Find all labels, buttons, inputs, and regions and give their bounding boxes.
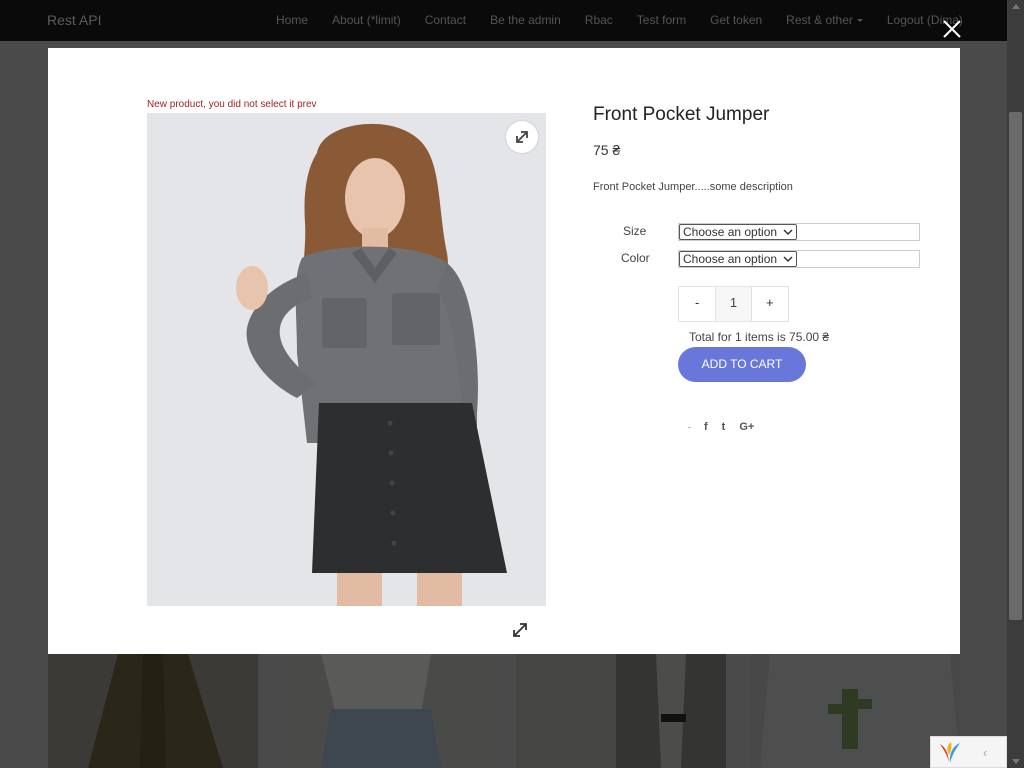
nav-be-admin[interactable]: Be the admin [478,0,573,41]
image-zoom-button[interactable] [506,121,538,153]
nav-test-form[interactable]: Test form [625,0,698,41]
close-icon [943,20,961,38]
nav-items: Home About (*limit) Contact Be the admin… [264,0,975,41]
color-select[interactable]: Choose an option [679,251,797,267]
separator [688,426,691,428]
chevron-down-icon [783,229,793,236]
quick-view-modal: New product, you did not select it prev [48,48,960,654]
page-scrollbar[interactable] [1007,0,1024,768]
product-price: 75 ₴ [593,142,621,158]
scroll-up-icon[interactable] [1012,4,1020,9]
product-image-cactus-tee [760,654,960,768]
yii-logo-icon [940,742,960,763]
chevron-down-icon [783,256,793,263]
product-description: Front Pocket Jumper.....some description [593,181,793,193]
twitter-icon[interactable]: t [722,421,726,433]
color-field: Choose an option [678,250,920,268]
product-image-blazer [616,654,726,768]
size-select-value: Choose an option [683,225,778,239]
nav-home[interactable]: Home [264,0,320,41]
caret-down-icon [856,19,863,23]
nav-get-token[interactable]: Get token [698,0,774,41]
cart-total-text: Total for 1 items is 75.00 ₴ [689,330,830,344]
nav-rest-other-label: Rest & other [786,13,853,27]
close-modal-button[interactable] [939,16,965,42]
expand-icon [513,623,527,637]
google-plus-icon[interactable]: G+ [739,421,754,433]
navbar: Rest API Home About (*limit) Contact Be … [0,0,1007,41]
color-label: Color [621,251,650,265]
fullscreen-button[interactable] [511,621,529,639]
nav-rest-other[interactable]: Rest & other [774,0,875,41]
size-select[interactable]: Choose an option [679,224,797,240]
quantity-increase-button[interactable]: + [752,287,788,321]
color-select-value: Choose an option [683,252,778,266]
product-title: Front Pocket Jumper [593,104,770,125]
yii-debug-toolbar[interactable]: ‹ [930,736,1007,768]
toolbar-collapse-icon[interactable]: ‹ [983,745,987,760]
nav-contact[interactable]: Contact [413,0,478,41]
product-image-coat [88,654,223,768]
product-tile-jeans[interactable] [281,654,491,768]
add-to-cart-button[interactable]: ADD TO CART [678,347,806,382]
quantity-input[interactable]: 1 [715,287,752,321]
size-field: Choose an option [678,223,920,241]
expand-icon [516,131,528,143]
nav-rbac[interactable]: Rbac [573,0,625,41]
product-main-image[interactable] [147,113,546,606]
product-tile-coat[interactable] [48,654,258,768]
size-label: Size [623,224,647,238]
product-tile-blazer[interactable] [516,654,726,768]
scroll-thumb[interactable] [1009,112,1022,620]
social-share: f t G+ [688,421,768,433]
product-tile-cactus-tee[interactable] [750,654,960,768]
product-image-jeans [321,654,441,768]
quantity-decrease-button[interactable]: - [679,287,715,321]
nav-about[interactable]: About (*limit) [320,0,413,41]
quantity-stepper: - 1 + [678,286,789,322]
product-photo [147,113,546,606]
facebook-icon[interactable]: f [704,421,708,433]
new-product-notice: New product, you did not select it prev [147,99,317,110]
navbar-brand[interactable]: Rest API [47,12,101,28]
scroll-down-icon[interactable] [1012,759,1020,764]
